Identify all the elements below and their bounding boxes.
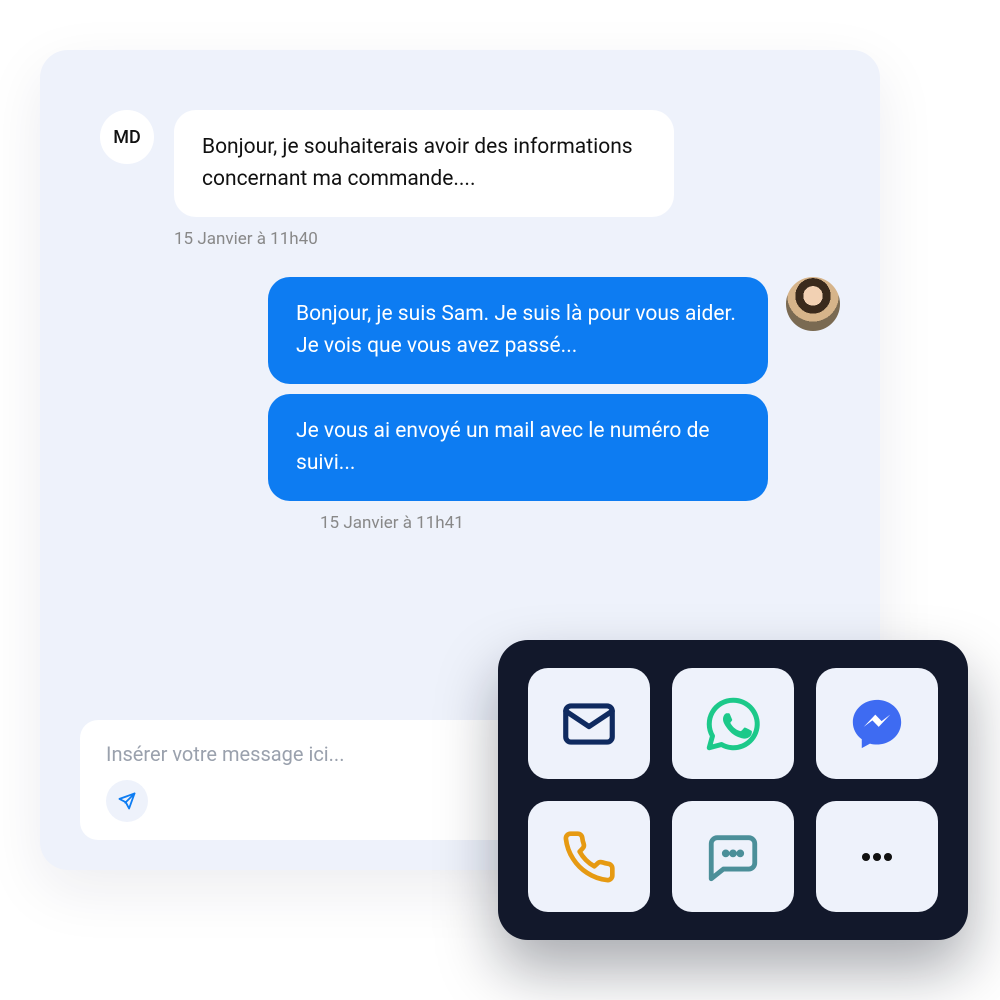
agent-message-bubble: Je vous ai envoyé un mail avec le numéro… xyxy=(268,394,768,501)
customer-timestamp: 15 Janvier à 11h40 xyxy=(174,229,840,249)
sms-icon xyxy=(704,828,762,886)
agent-timestamp: 15 Janvier à 11h41 xyxy=(320,513,840,533)
send-button[interactable] xyxy=(106,780,148,822)
email-icon xyxy=(558,693,620,755)
agent-message-group: Bonjour, je suis Sam. Je suis là pour vo… xyxy=(100,277,840,501)
whatsapp-icon xyxy=(703,694,763,754)
channel-sms[interactable] xyxy=(672,801,794,912)
customer-avatar: MD xyxy=(100,110,154,164)
agent-avatar xyxy=(786,277,840,331)
more-icon xyxy=(855,835,899,879)
channel-more[interactable] xyxy=(816,801,938,912)
phone-icon xyxy=(561,829,617,885)
send-icon xyxy=(117,791,137,811)
channel-panel xyxy=(498,640,968,940)
customer-message-bubble: Bonjour, je souhaiterais avoir des infor… xyxy=(174,110,674,217)
channel-phone[interactable] xyxy=(528,801,650,912)
messenger-icon xyxy=(848,695,906,753)
agent-message-bubble: Bonjour, je suis Sam. Je suis là pour vo… xyxy=(268,277,768,384)
channel-email[interactable] xyxy=(528,668,650,779)
channel-whatsapp[interactable] xyxy=(672,668,794,779)
channel-messenger[interactable] xyxy=(816,668,938,779)
customer-message-row: MD Bonjour, je souhaiterais avoir des in… xyxy=(100,110,840,217)
